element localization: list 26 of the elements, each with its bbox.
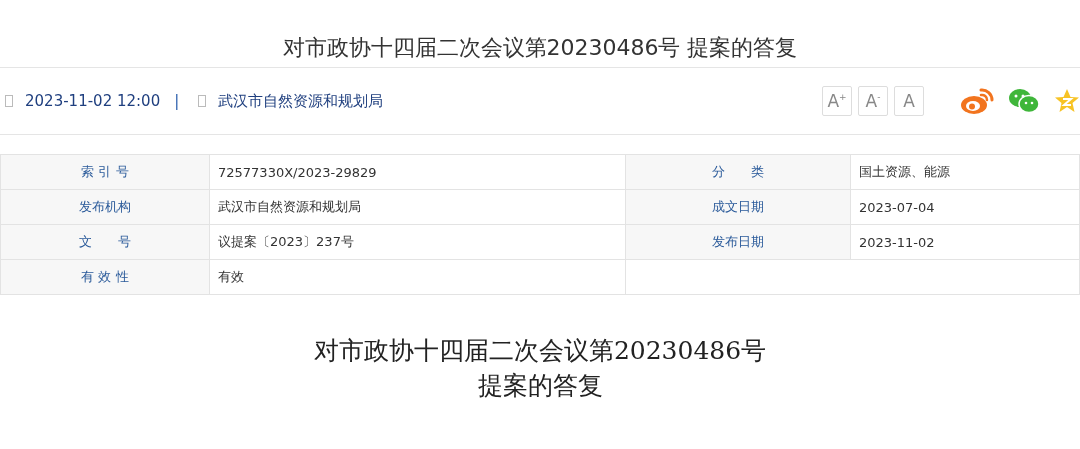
field-value: 2023-11-02	[850, 224, 1080, 260]
font-size-button[interactable]: A$^{-}$	[858, 86, 888, 116]
font-size-button[interactable]: A$^{+}$	[822, 86, 852, 116]
field-value: 有效	[209, 259, 626, 295]
field-value: 2023-07-04	[850, 189, 1080, 225]
article-heading: 对市政协十四届二次会议第20230486号	[313, 335, 767, 367]
field-label: 文 号	[0, 224, 210, 260]
field-label: 索 引 号	[0, 154, 210, 190]
field-label: 分 类	[625, 154, 851, 190]
field-value: 国土资源、能源	[850, 154, 1080, 190]
separator: |	[174, 92, 180, 110]
wechat-icon[interactable]	[1008, 88, 1040, 114]
article-heading: 提案的答复	[477, 370, 603, 402]
font-size-button[interactable]: A	[894, 86, 924, 116]
field-value: 72577330X/2023-29829	[209, 154, 626, 190]
star-icon[interactable]	[1054, 88, 1080, 114]
field-label: 发布日期	[625, 224, 851, 260]
field-value: 武汉市自然资源和规划局	[209, 189, 626, 225]
publish-datetime: 2023-11-02 12:00	[25, 92, 161, 110]
weibo-icon[interactable]	[960, 87, 994, 115]
page-title: 对市政协十四届二次会议第20230486号 提案的答复	[281, 34, 799, 62]
field-value: 议提案〔2023〕237号	[209, 224, 626, 260]
field-label: 有 效 性	[0, 259, 210, 295]
source-name: 武汉市自然资源和规划局	[218, 91, 384, 111]
field-label: 成文日期	[625, 189, 851, 225]
field-label: 发布机构	[0, 189, 210, 225]
